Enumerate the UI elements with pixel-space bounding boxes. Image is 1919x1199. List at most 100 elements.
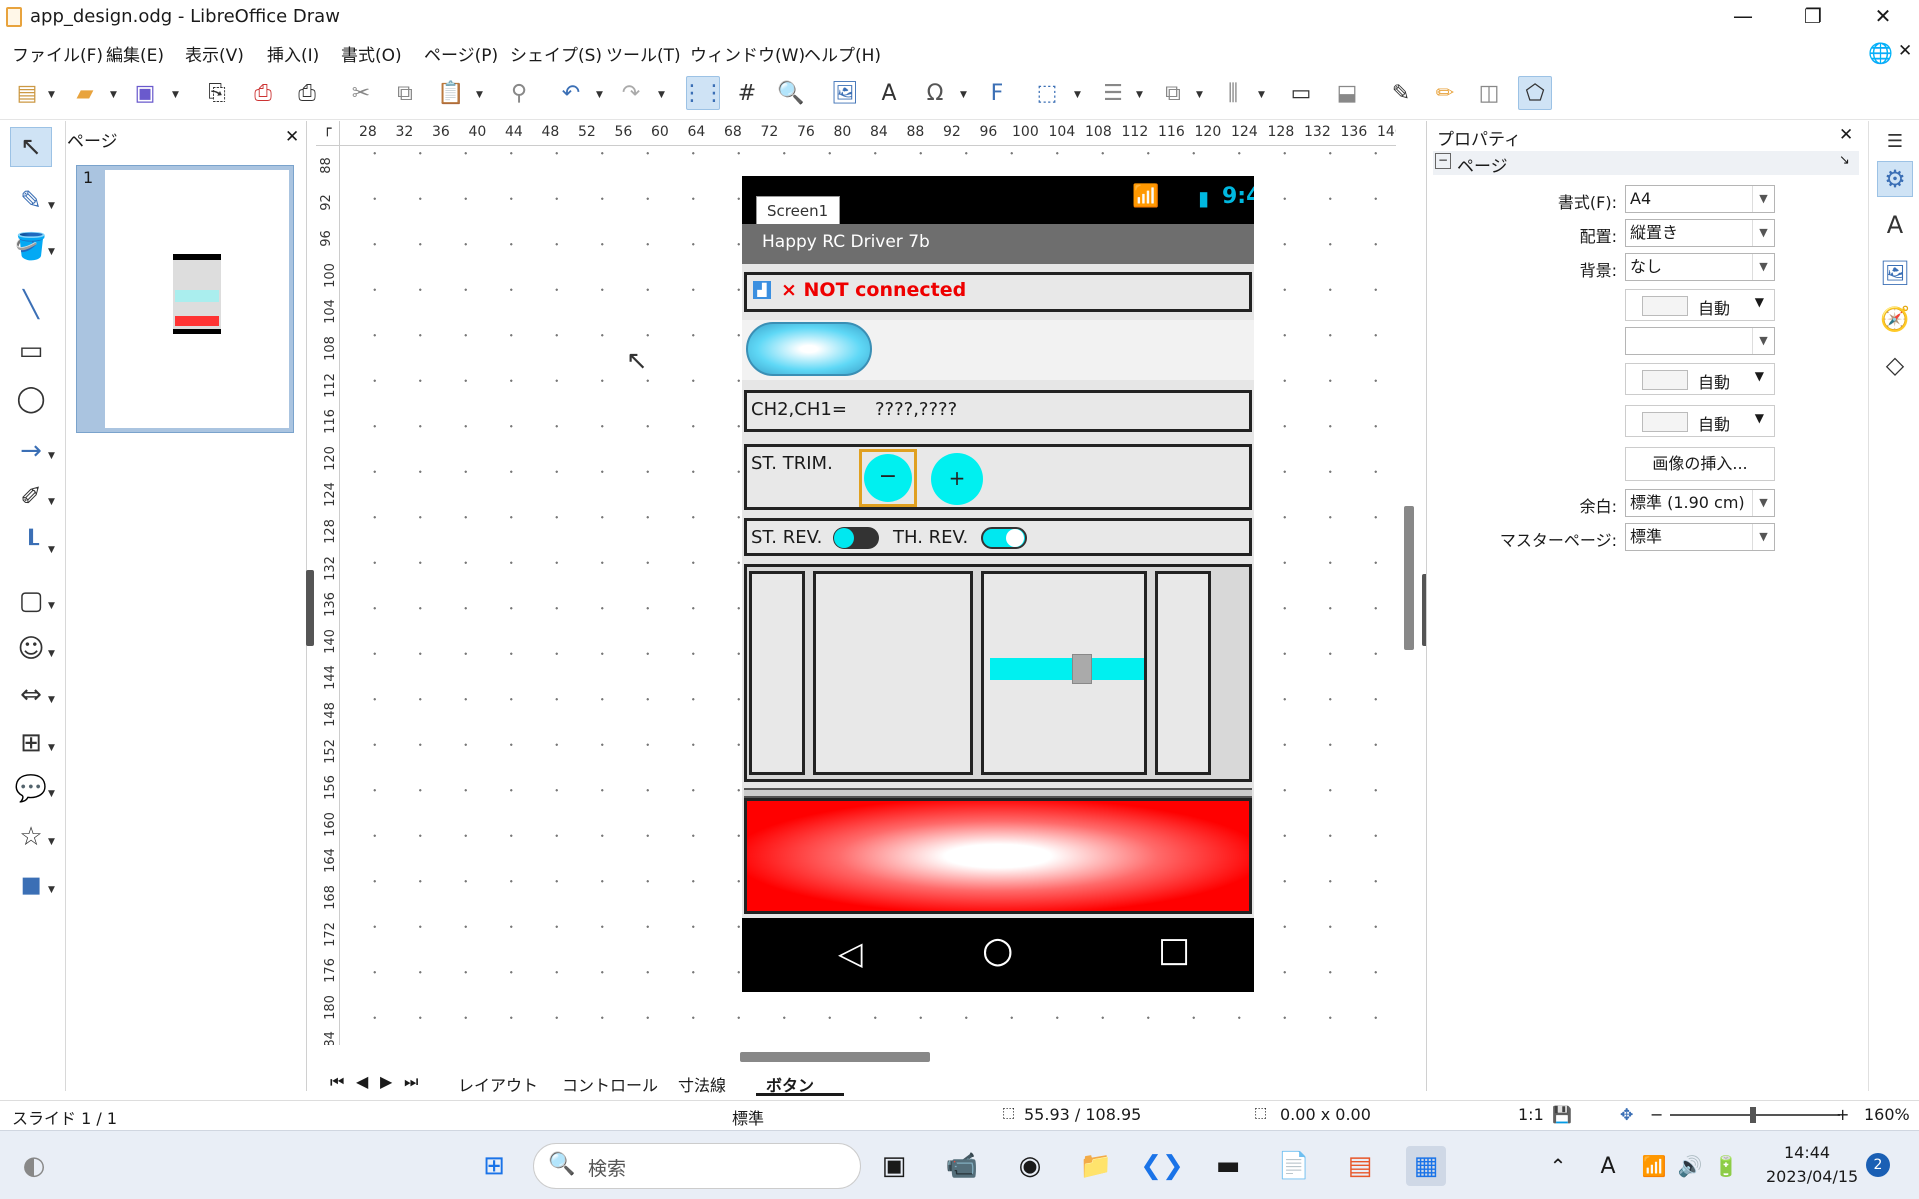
line-color-icon[interactable]: ✎: [10, 181, 52, 221]
libreoffice-draw-icon[interactable]: 📄: [1274, 1146, 1314, 1186]
open-folder-icon[interactable]: ▰: [68, 76, 102, 110]
weather-widget-icon[interactable]: ◐: [14, 1146, 54, 1186]
orientation-select[interactable]: 縦置き ▼: [1625, 219, 1775, 247]
horizontal-scrollbar-thumb[interactable]: [740, 1052, 930, 1062]
teams-chat-icon[interactable]: 📹: [942, 1146, 982, 1186]
gradient-color-2[interactable]: 自動 ▼: [1625, 405, 1775, 437]
grid-display-icon[interactable]: ⋮⋮: [681, 76, 725, 110]
close-document-icon[interactable]: ✕: [1898, 41, 1912, 61]
ellipse-tool-icon[interactable]: ◯: [10, 379, 52, 419]
menu-tools[interactable]: ツール(T): [606, 41, 681, 66]
trim-plus-button[interactable]: +: [931, 453, 983, 505]
steering-slider-thumb[interactable]: [1072, 654, 1092, 684]
special-character-icon[interactable]: Ω: [918, 76, 952, 110]
rectangle-tool-icon[interactable]: ▭: [10, 331, 52, 371]
throttle-reverse-toggle[interactable]: [981, 527, 1027, 549]
glue-points-icon[interactable]: ✏: [1428, 76, 1462, 110]
shapes-deck-icon[interactable]: ◇: [1877, 347, 1913, 383]
3d-objects-icon[interactable]: ◼: [10, 865, 52, 905]
line-arrow-icon[interactable]: →: [10, 431, 52, 471]
fit-page-icon[interactable]: ✥: [1620, 1105, 1633, 1124]
ime-icon[interactable]: A: [1588, 1146, 1628, 1186]
background-select[interactable]: なし ▼: [1625, 253, 1775, 281]
fill-color-icon[interactable]: 🪣: [10, 227, 52, 267]
properties-close-icon[interactable]: ✕: [1839, 125, 1853, 145]
notification-badge[interactable]: 2: [1866, 1153, 1890, 1177]
zoom-out-icon[interactable]: −: [1650, 1105, 1663, 1124]
vertical-scrollbar-thumb[interactable]: [1404, 506, 1414, 650]
next-page-icon[interactable]: ▶: [380, 1072, 392, 1091]
pdf-app-icon[interactable]: ▤: [1340, 1146, 1380, 1186]
menu-format[interactable]: 書式(O): [341, 41, 402, 66]
steering-reverse-toggle[interactable]: [833, 527, 879, 549]
tab-buttons[interactable]: ボタン: [756, 1072, 844, 1096]
zoom-pan-icon[interactable]: 🔍: [774, 76, 808, 110]
format-select[interactable]: A4 ▼: [1625, 185, 1775, 213]
steering-slider[interactable]: [990, 658, 1144, 680]
export-pdf-icon[interactable]: ⎙: [246, 76, 280, 110]
paste-icon[interactable]: 📋: [434, 76, 468, 110]
minimize-button[interactable]: —: [1708, 0, 1778, 35]
save-icon[interactable]: ▣: [128, 76, 162, 110]
menu-page[interactable]: ページ(P): [424, 41, 498, 66]
file-explorer-icon[interactable]: 📁: [1076, 1146, 1116, 1186]
gallery-deck-icon[interactable]: 🖼: [1877, 255, 1913, 291]
sidebar-menu-icon[interactable]: ☰: [1877, 123, 1913, 159]
vscode-icon[interactable]: ❮❯: [1140, 1146, 1184, 1186]
show-draw-functions-icon[interactable]: ⬠: [1518, 76, 1552, 110]
undo-icon[interactable]: ↶: [554, 76, 588, 110]
background-color-picker[interactable]: 自動 ▼: [1625, 289, 1775, 321]
copy-icon[interactable]: ⧉: [388, 76, 422, 110]
styles-deck-icon[interactable]: A: [1877, 207, 1913, 243]
close-window-button[interactable]: ✕: [1848, 0, 1918, 35]
page-thumbnail[interactable]: 1: [76, 165, 294, 433]
nav-recent-icon[interactable]: □: [1158, 930, 1190, 970]
print-icon[interactable]: ⎙: [290, 76, 324, 110]
left-pad-area[interactable]: [813, 571, 973, 775]
insert-image-button[interactable]: 画像の挿入...: [1625, 447, 1775, 481]
tab-controls[interactable]: コントロール: [552, 1072, 668, 1096]
tab-layout[interactable]: レイアウト: [448, 1072, 548, 1096]
throttle-button[interactable]: [744, 798, 1252, 914]
menu-view[interactable]: 表示(V): [185, 41, 244, 66]
app-screen-mockup[interactable]: 📶 ▮ 9:4 Screen1 Happy RC Driver 7b ▟ × N…: [742, 176, 1254, 992]
block-arrows-icon[interactable]: ⇔: [10, 675, 52, 715]
menu-shape[interactable]: シェイプ(S): [510, 41, 602, 66]
left-panel-splitter[interactable]: [306, 570, 314, 646]
properties-deck-icon[interactable]: ⚙: [1877, 161, 1913, 197]
select-arrow-icon[interactable]: ↖: [10, 127, 52, 167]
language-globe-icon[interactable]: 🌐: [1868, 41, 1893, 65]
drawing-page[interactable]: ↖ 📶 ▮ 9:4 Screen1 Happy RC Driver 7b ▟ ×…: [340, 146, 1396, 1045]
tab-dimension-lines[interactable]: 寸法線: [668, 1072, 736, 1096]
curve-tool-icon[interactable]: ✐: [10, 477, 52, 517]
new-document-icon[interactable]: ▤: [10, 76, 44, 110]
insert-textbox-icon[interactable]: A: [872, 76, 906, 110]
clock-date[interactable]: 2023/04/15: [1766, 1167, 1858, 1186]
symbol-shapes-icon[interactable]: ☺: [10, 629, 52, 669]
fontwork-icon[interactable]: F: [980, 76, 1014, 110]
zoom-in-icon[interactable]: +: [1836, 1105, 1849, 1124]
export-icon[interactable]: ⎘: [200, 76, 234, 110]
line-tool-icon[interactable]: ╲: [10, 285, 52, 325]
show-hidden-icons[interactable]: ⌃: [1538, 1146, 1578, 1186]
basic-shapes-icon[interactable]: ▢: [10, 581, 52, 621]
margin-select[interactable]: 標準 (1.90 cm) ▼: [1625, 489, 1775, 517]
trim-minus-button[interactable]: −: [864, 454, 912, 502]
master-page-select[interactable]: 標準 ▼: [1625, 523, 1775, 551]
points-icon[interactable]: ✎: [1384, 76, 1418, 110]
arrange-icon[interactable]: ⧉: [1156, 76, 1190, 110]
shadow-icon[interactable]: ▭: [1284, 76, 1318, 110]
maximize-button[interactable]: ❐: [1778, 0, 1848, 35]
menu-window[interactable]: ウィンドウ(W): [690, 41, 805, 66]
collapse-section-icon[interactable]: −: [1435, 153, 1451, 169]
wifi-icon[interactable]: 📶: [1634, 1146, 1674, 1186]
first-page-icon[interactable]: ⏮: [330, 1072, 344, 1092]
nav-back-icon[interactable]: ◁: [838, 934, 863, 972]
taskbar-search[interactable]: 🔍 検索: [533, 1143, 861, 1189]
nav-home-icon[interactable]: ○: [982, 930, 1013, 971]
menu-insert[interactable]: 挿入(I): [267, 41, 319, 66]
stars-icon[interactable]: ☆: [10, 817, 52, 857]
flowchart-icon[interactable]: ⊞: [10, 723, 52, 763]
crop-image-icon[interactable]: ⬓: [1330, 76, 1364, 110]
prev-page-icon[interactable]: ◀: [356, 1072, 368, 1091]
